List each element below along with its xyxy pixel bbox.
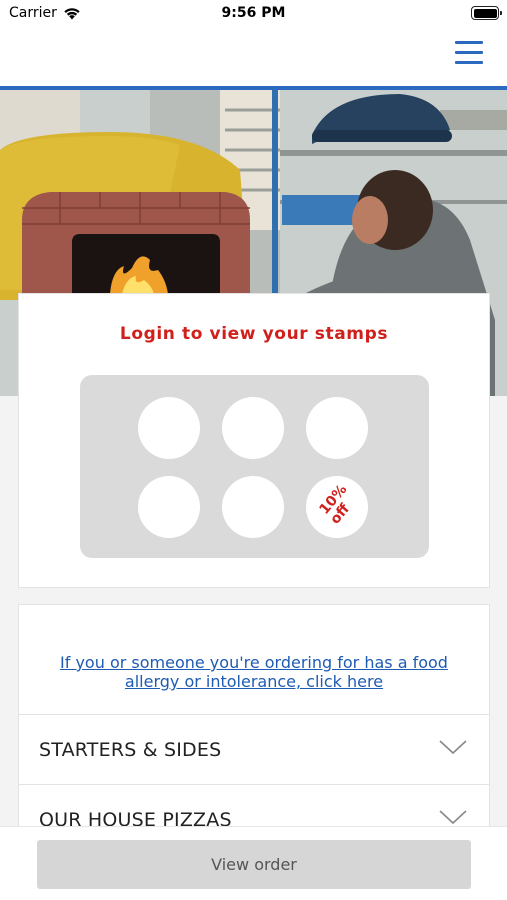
bottom-bar: View order — [0, 826, 507, 900]
category-label: STARTERS & SIDES — [39, 739, 222, 761]
stamp-slot-3 — [306, 397, 368, 459]
app-header — [0, 28, 507, 90]
chevron-down-icon — [439, 810, 467, 825]
status-time: 9:56 PM — [221, 5, 286, 21]
stamp-slot-2 — [222, 397, 284, 459]
stamp-slot-1 — [138, 397, 200, 459]
allergy-info-link[interactable]: If you or someone you're ordering for ha… — [19, 653, 489, 691]
stamp-reward-slot: 10% off — [306, 476, 368, 538]
status-bar: Carrier 9:56 PM — [0, 0, 507, 28]
stamp-card: Login to view your stamps 10% off — [18, 293, 490, 588]
battery-icon — [471, 6, 502, 20]
menu-card: If you or someone you're ordering for ha… — [18, 604, 490, 864]
login-to-view-stamps-link[interactable]: Login to view your stamps — [19, 324, 489, 344]
chevron-down-icon — [439, 740, 467, 755]
category-row-starters-sides[interactable]: STARTERS & SIDES — [19, 714, 489, 784]
stamp-slot-5 — [222, 476, 284, 538]
stamp-grid: 10% off — [80, 375, 429, 558]
stamp-slot-4 — [138, 476, 200, 538]
view-order-button[interactable]: View order — [37, 840, 471, 889]
reward-label: 10% off — [315, 482, 359, 528]
hamburger-menu-icon[interactable] — [455, 41, 483, 65]
